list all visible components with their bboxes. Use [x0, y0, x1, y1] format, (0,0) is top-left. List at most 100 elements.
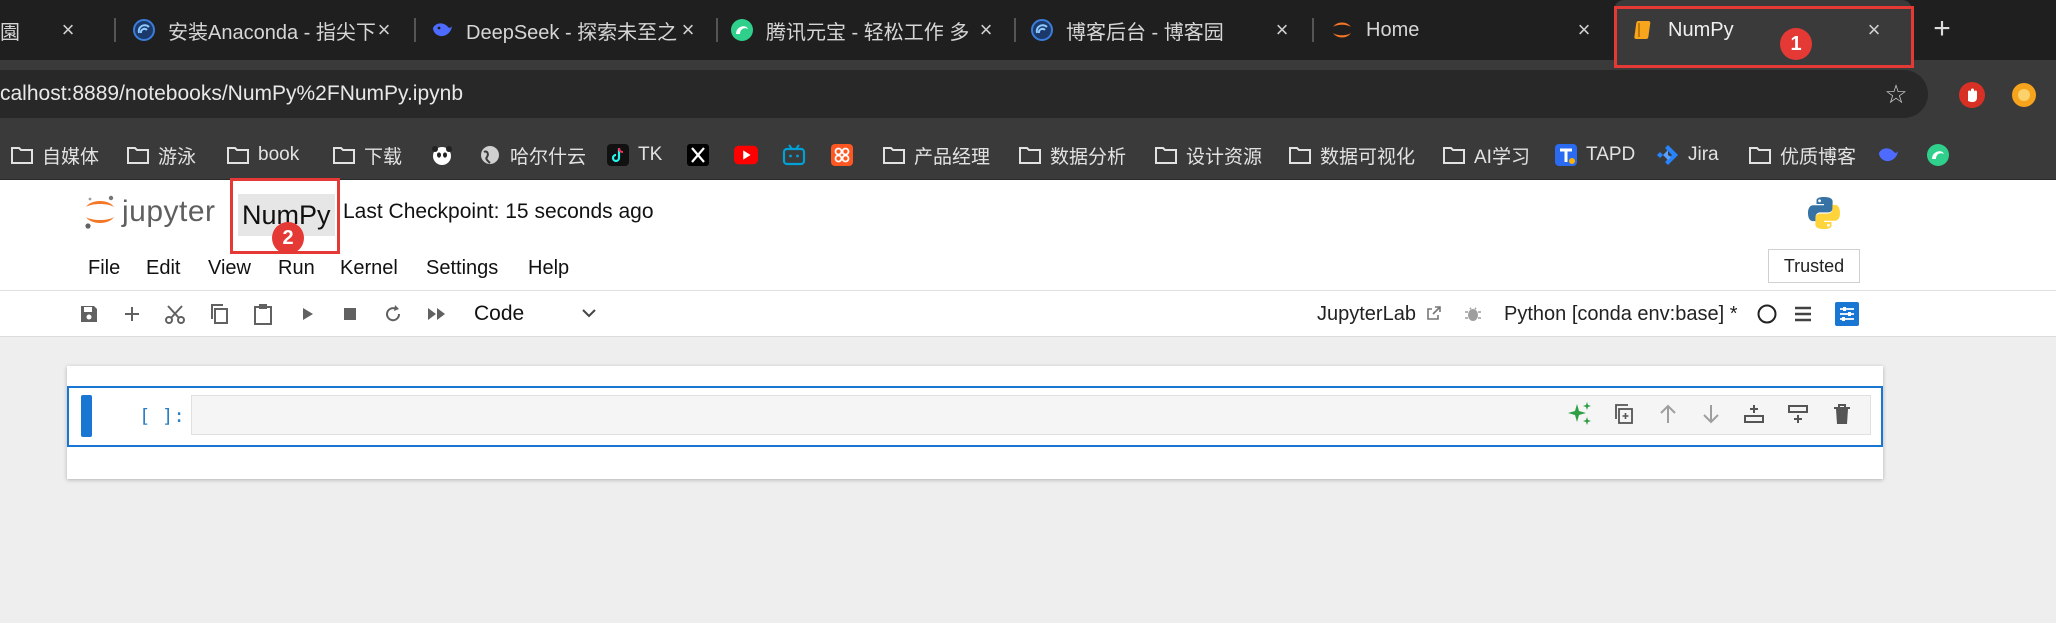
folder-icon: [1748, 143, 1772, 167]
folder-icon: [332, 143, 356, 167]
bookmark-item[interactable]: [1876, 130, 1908, 180]
bookmark-item[interactable]: [830, 130, 862, 180]
adblock-extension-icon[interactable]: [1958, 81, 1986, 109]
kernel-idle-icon: [1754, 301, 1780, 327]
bookmark-label: 产品经理: [914, 146, 991, 168]
tab-separator: [414, 18, 416, 42]
new-tab-button[interactable]: +: [1924, 12, 1960, 48]
youtube-icon: [734, 143, 758, 167]
paste-icon[interactable]: [250, 301, 276, 327]
menu-edit[interactable]: Edit: [146, 245, 180, 291]
jupyterlab-link-label: JupyterLab: [1317, 303, 1416, 325]
bookmark-label: 设计资源: [1186, 146, 1263, 168]
bookmark-item[interactable]: 设计资源: [1154, 130, 1262, 180]
bookmark-item[interactable]: 下载: [332, 130, 402, 180]
bookmark-item[interactable]: book: [226, 130, 299, 180]
bookmark-item[interactable]: AI学习: [1442, 130, 1530, 180]
cell-type-dropdown[interactable]: Code: [474, 297, 598, 331]
bookmark-label: 游泳: [158, 146, 197, 168]
bookmark-item[interactable]: Jira: [1656, 130, 1719, 180]
bookmark-label: book: [258, 144, 300, 165]
tab-6[interactable]: Home ×: [1330, 0, 1608, 60]
bookmark-item[interactable]: 优质博客: [1748, 130, 1856, 180]
tab-4[interactable]: 腾讯元宝 - 轻松工作 多 ×: [730, 0, 1010, 60]
trusted-indicator[interactable]: Trusted: [1768, 249, 1860, 283]
copy-icon[interactable]: [206, 301, 232, 327]
fast-forward-icon[interactable]: [424, 301, 450, 327]
python-logo-icon: [1806, 195, 1842, 231]
bookmark-item[interactable]: 数据分析: [1018, 130, 1126, 180]
extension-orange-icon[interactable]: [2010, 81, 2038, 109]
menu-kernel[interactable]: Kernel: [340, 245, 398, 291]
jupyter-logo[interactable]: jupyter: [84, 194, 216, 230]
tab-5[interactable]: 博客后台 - 博客园 ×: [1030, 0, 1306, 60]
bookmark-item[interactable]: TK: [606, 130, 662, 180]
cut-icon[interactable]: [162, 301, 188, 327]
yuanbao-icon: [730, 18, 754, 42]
menu-settings[interactable]: Settings: [426, 245, 498, 291]
menu-help[interactable]: Help: [528, 245, 569, 291]
sparkle-icon[interactable]: [1567, 401, 1593, 427]
bookmark-label: TK: [638, 144, 663, 165]
insert-below-icon[interactable]: [1785, 401, 1811, 427]
duplicate-cell-icon[interactable]: [1611, 401, 1637, 427]
folder-icon: [1018, 143, 1042, 167]
deepseek-icon: [1876, 143, 1900, 167]
close-icon[interactable]: ×: [1270, 18, 1294, 42]
external-link-icon: [1426, 306, 1441, 320]
blog-icon: [1030, 18, 1054, 42]
tiktok-icon: [606, 143, 630, 167]
close-icon[interactable]: ×: [56, 18, 80, 42]
bookmark-item[interactable]: 产品经理: [882, 130, 990, 180]
bookmark-item[interactable]: TAPD: [1554, 130, 1635, 180]
kernel-name[interactable]: Python [conda env:base] *: [1504, 291, 1738, 337]
bookmark-star-icon[interactable]: ☆: [1882, 80, 1910, 108]
bookmark-item[interactable]: 哈尔什云: [478, 130, 586, 180]
restart-icon[interactable]: [380, 301, 406, 327]
cell-input-prompt: [ ]:: [139, 405, 185, 427]
run-icon[interactable]: [294, 301, 320, 327]
yuanbao-icon: [1926, 143, 1950, 167]
cell-collapser[interactable]: [81, 395, 92, 437]
menu-file[interactable]: File: [88, 245, 120, 291]
bookmark-label: TAPD: [1586, 144, 1636, 165]
stop-icon[interactable]: [337, 301, 363, 327]
move-up-icon[interactable]: [1655, 401, 1681, 427]
close-icon[interactable]: ×: [676, 18, 700, 42]
insert-above-icon[interactable]: [1741, 401, 1767, 427]
bookmark-item[interactable]: 游泳: [126, 130, 196, 180]
bookmark-item[interactable]: 数据可视化: [1288, 130, 1415, 180]
add-cell-icon[interactable]: [119, 301, 145, 327]
close-icon[interactable]: ×: [1572, 18, 1596, 42]
close-icon[interactable]: ×: [974, 18, 998, 42]
debugger-icon[interactable]: [1460, 301, 1486, 327]
property-inspector-icon[interactable]: [1834, 301, 1860, 327]
tab-1[interactable]: 園 ×: [0, 0, 92, 60]
bookmark-item[interactable]: 自媒体: [10, 130, 99, 180]
bookmark-item[interactable]: [734, 130, 766, 180]
move-down-icon[interactable]: [1698, 401, 1724, 427]
close-icon[interactable]: ×: [372, 18, 396, 42]
delete-cell-icon[interactable]: [1829, 401, 1855, 427]
folder-icon: [10, 143, 34, 167]
address-bar[interactable]: calhost:8889/notebooks/NumPy%2FNumPy.ipy…: [0, 70, 1928, 118]
app-grid-icon: [830, 143, 854, 167]
list-icon[interactable]: [1790, 301, 1816, 327]
tab-2[interactable]: 安装Anaconda - 指尖下 ×: [128, 0, 408, 60]
tapd-icon: [1554, 143, 1578, 167]
jupyterlab-link[interactable]: JupyterLab: [1317, 291, 1442, 337]
bookmark-item[interactable]: [1926, 130, 1958, 180]
bookmark-item[interactable]: [782, 130, 814, 180]
url-text[interactable]: calhost:8889/notebooks/NumPy%2FNumPy.ipy…: [0, 70, 463, 118]
save-icon[interactable]: [76, 301, 102, 327]
bookmark-label: 优质博客: [1780, 146, 1857, 168]
tab-3[interactable]: DeepSeek - 探索未至之 ×: [430, 0, 712, 60]
annotation-number-1: 1: [1780, 28, 1812, 60]
bookmark-item[interactable]: [686, 130, 718, 180]
folder-icon: [126, 143, 150, 167]
notebook-panel: [ ]:: [67, 366, 1883, 479]
jira-icon: [1656, 143, 1680, 167]
code-cell[interactable]: [ ]:: [67, 386, 1883, 447]
tab-separator: [1312, 18, 1314, 42]
bookmark-item[interactable]: [430, 130, 462, 180]
